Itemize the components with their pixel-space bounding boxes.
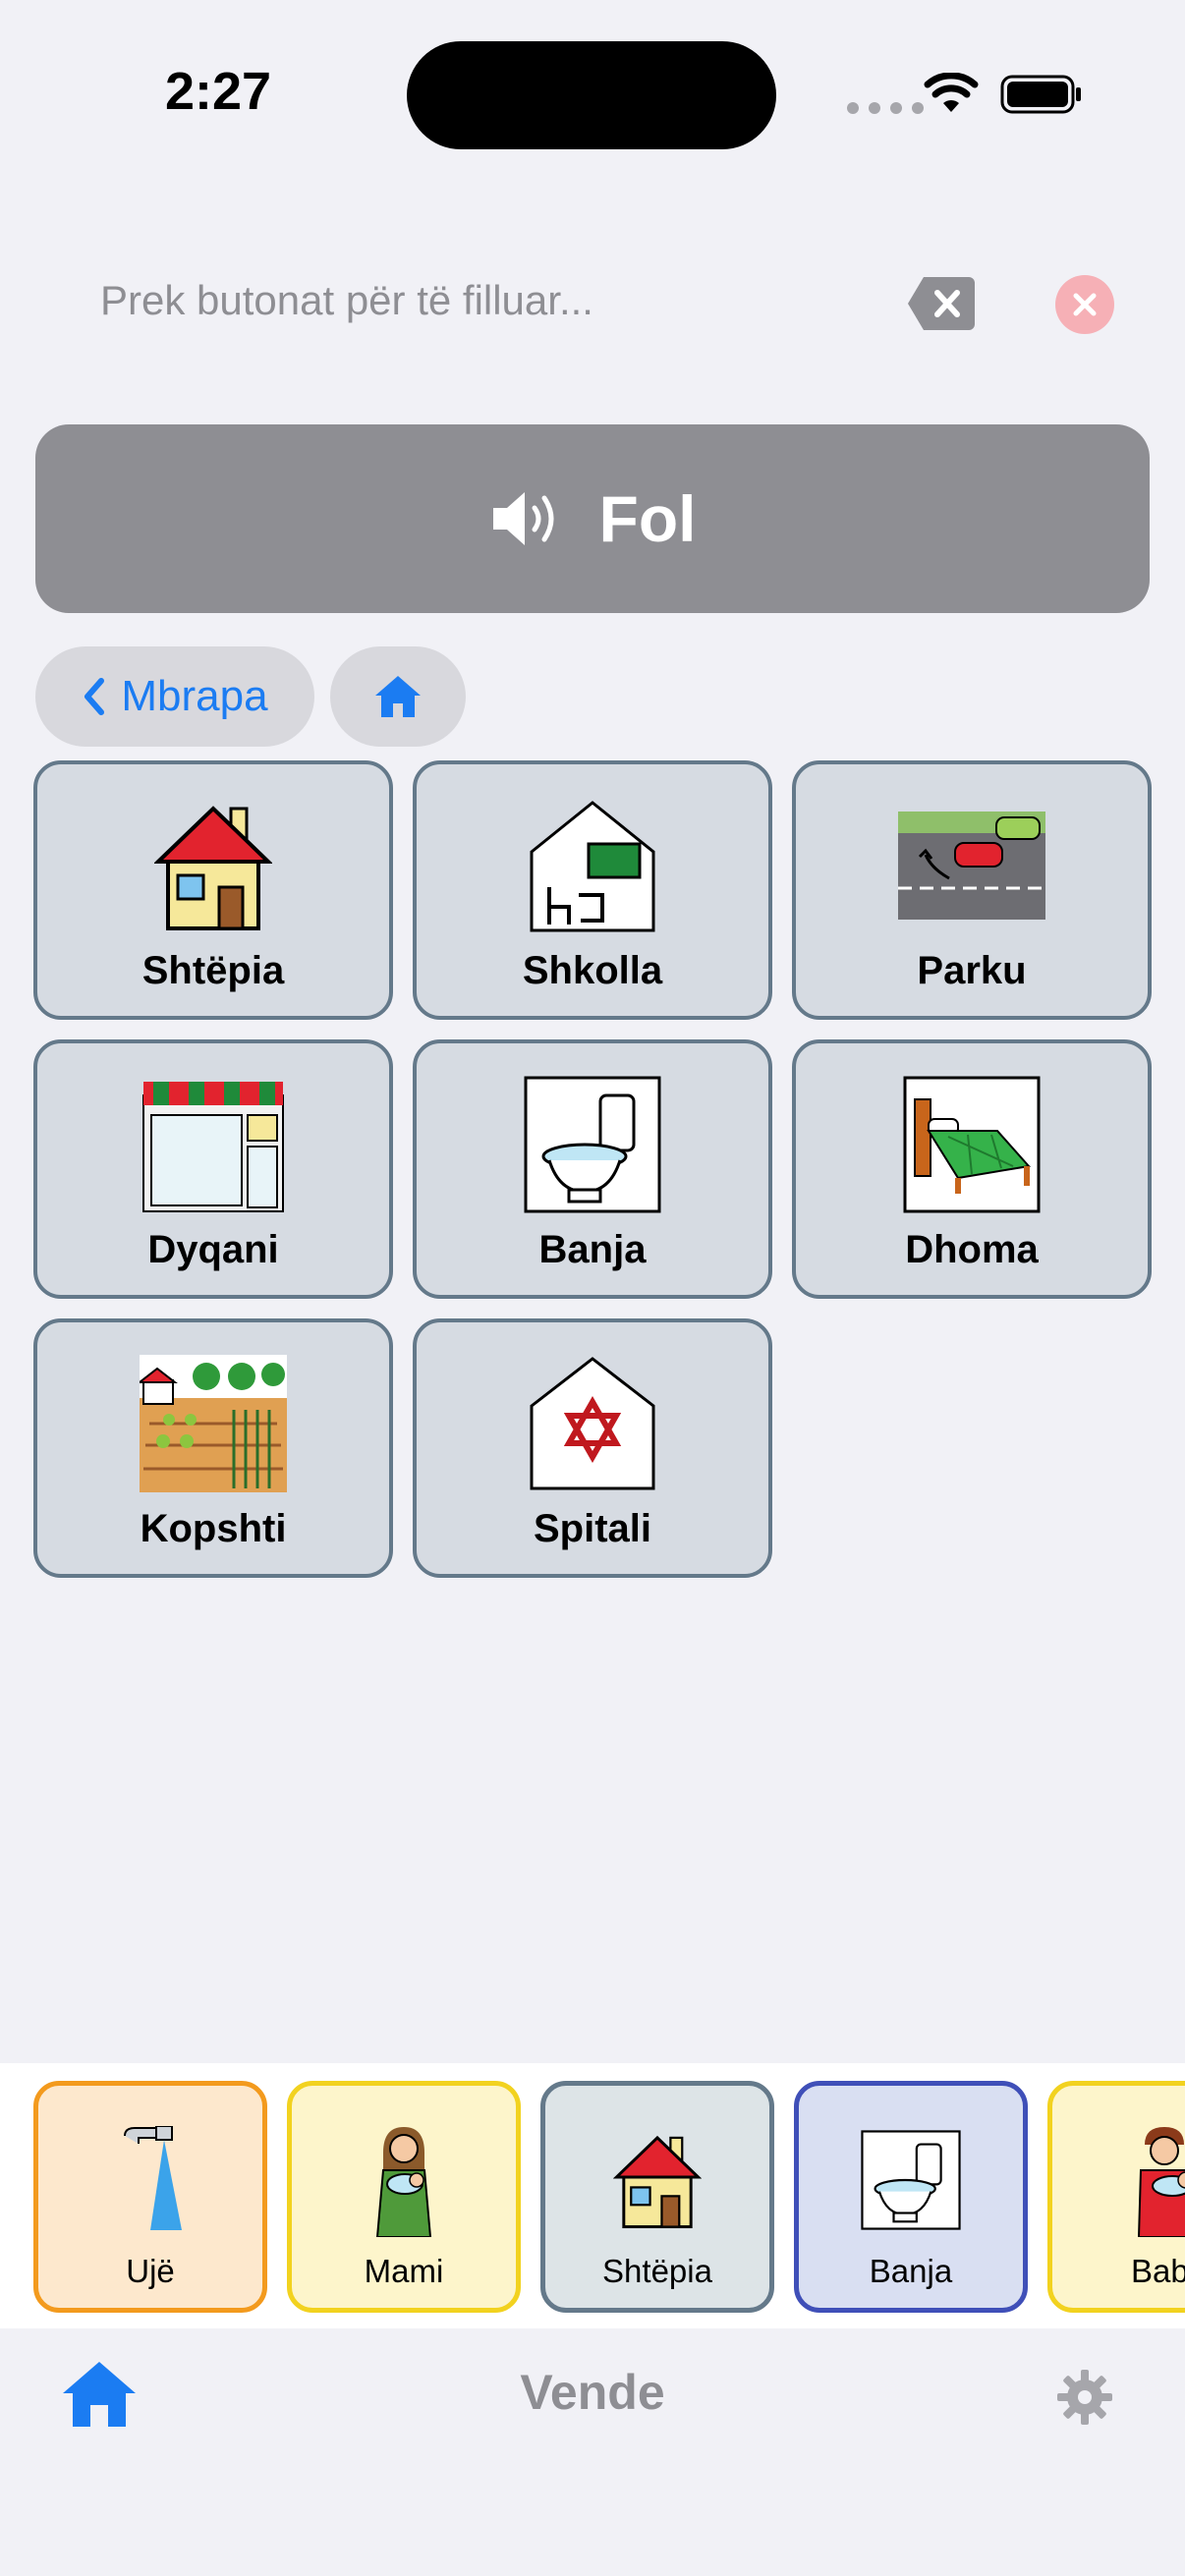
wifi-icon bbox=[924, 73, 979, 112]
tile-label: Shkolla bbox=[522, 949, 663, 992]
tile-shtepia[interactable]: Shtëpia bbox=[33, 760, 393, 1020]
home-nav-button[interactable] bbox=[330, 646, 466, 747]
close-icon bbox=[1073, 293, 1097, 316]
speaker-icon bbox=[492, 492, 554, 545]
toilet-icon bbox=[857, 2121, 965, 2239]
toilet-icon bbox=[514, 1071, 671, 1218]
bed-icon bbox=[893, 1071, 1050, 1218]
status-time: 2:27 bbox=[165, 62, 272, 121]
back-label: Mbrapa bbox=[121, 672, 268, 720]
tile-label: Parku bbox=[917, 949, 1027, 992]
father-icon bbox=[1110, 2121, 1185, 2239]
clear-button[interactable] bbox=[1055, 275, 1114, 334]
tile-kopshti[interactable]: Kopshti bbox=[33, 1318, 393, 1578]
category-title: Vende bbox=[520, 2365, 665, 2420]
battery-icon bbox=[1000, 75, 1081, 114]
tile-label: Spitali bbox=[533, 1507, 652, 1550]
park-icon bbox=[893, 792, 1050, 939]
tile-parku[interactable]: Parku bbox=[792, 760, 1152, 1020]
garden-icon bbox=[135, 1350, 292, 1497]
tile-label: Kopshti bbox=[140, 1507, 287, 1550]
quick-tile-label: Shtëpia bbox=[602, 2253, 712, 2289]
quick-tile-bab[interactable]: Bab bbox=[1047, 2081, 1185, 2313]
quick-tile-banja[interactable]: Banja bbox=[794, 2081, 1028, 2313]
quick-tile-uje[interactable]: Ujë bbox=[33, 2081, 267, 2313]
quick-tile-label: Ujë bbox=[126, 2253, 175, 2289]
house-icon bbox=[603, 2121, 711, 2239]
tile-banja[interactable]: Banja bbox=[413, 1039, 772, 1299]
mother-icon bbox=[350, 2121, 458, 2239]
shop-icon bbox=[135, 1071, 292, 1218]
settings-button[interactable] bbox=[1055, 2368, 1114, 2427]
chevron-left-icon bbox=[85, 678, 105, 715]
dynamic-island bbox=[407, 41, 776, 149]
quick-tile-label: Banja bbox=[869, 2253, 953, 2289]
tile-dhoma[interactable]: Dhoma bbox=[792, 1039, 1152, 1299]
backspace-button[interactable] bbox=[906, 275, 977, 332]
tile-label: Banja bbox=[538, 1228, 647, 1271]
tile-spitali[interactable]: Spitali bbox=[413, 1318, 772, 1578]
tile-label: Shtëpia bbox=[141, 949, 285, 992]
tile-label: Dyqani bbox=[147, 1228, 279, 1271]
school-icon bbox=[514, 792, 671, 939]
speak-label: Fol bbox=[598, 482, 697, 555]
quick-tile-label: Mami bbox=[364, 2253, 444, 2289]
tile-label: Dhoma bbox=[905, 1228, 1039, 1271]
quick-tile-label: Bab bbox=[1131, 2253, 1185, 2289]
quick-tile-shtepia[interactable]: Shtëpia bbox=[540, 2081, 774, 2313]
hospital-icon bbox=[514, 1350, 671, 1497]
house-icon bbox=[135, 792, 292, 939]
quick-tile-mami[interactable]: Mami bbox=[287, 2081, 521, 2313]
back-button[interactable]: Mbrapa bbox=[35, 646, 314, 747]
speak-button[interactable]: Fol bbox=[35, 424, 1150, 613]
tile-shkolla[interactable]: Shkolla bbox=[413, 760, 772, 1020]
message-input[interactable]: Prek butonat për të filluar... bbox=[100, 277, 593, 324]
tile-dyqani[interactable]: Dyqani bbox=[33, 1039, 393, 1299]
home-icon bbox=[375, 676, 421, 717]
water-tap-icon bbox=[96, 2121, 204, 2239]
quick-phrases-bar[interactable]: Ujë Mami Shtëpia Banja Bab bbox=[0, 2063, 1185, 2328]
cellular-icon bbox=[847, 102, 924, 114]
